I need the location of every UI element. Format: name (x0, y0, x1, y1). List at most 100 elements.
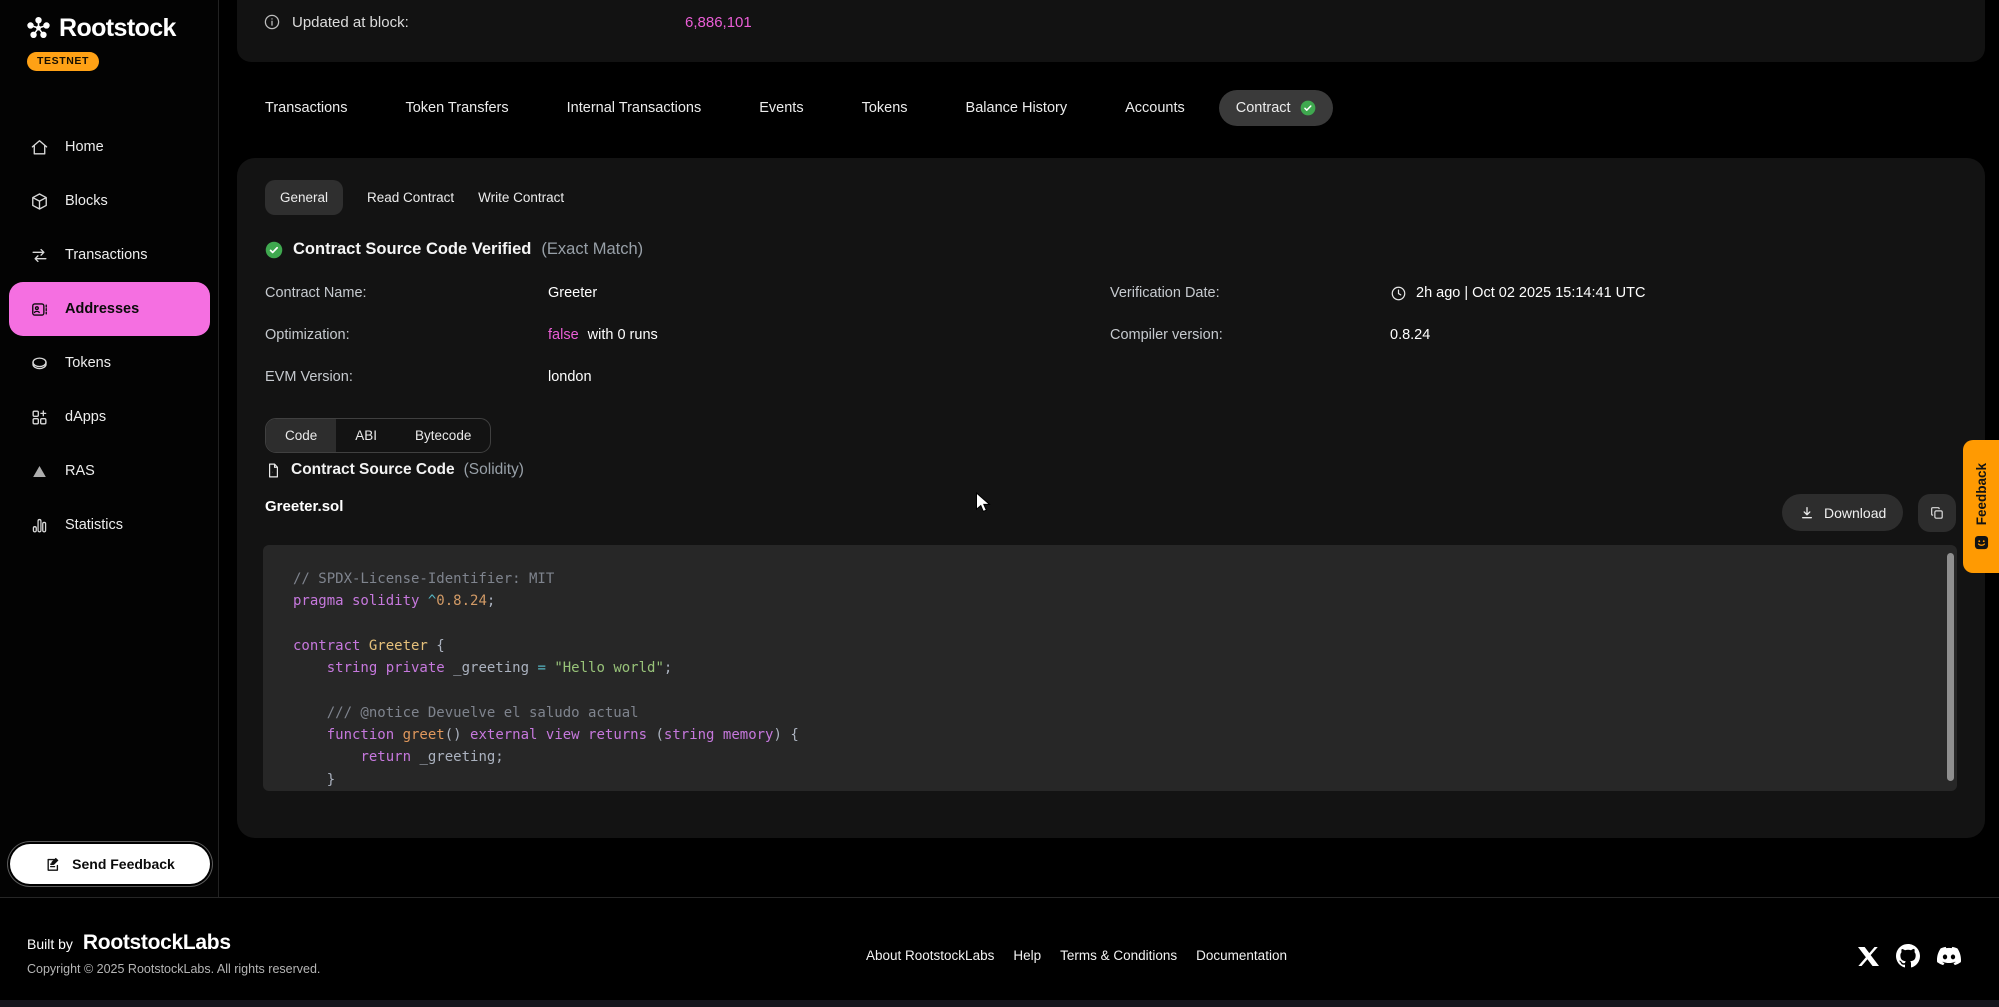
tab-internal-transactions[interactable]: Internal Transactions (567, 100, 702, 116)
code-line: return _greeting; (293, 746, 1957, 768)
code-line: } (293, 769, 1957, 791)
detail-row-compiler-version: Compiler version:0.8.24 (1110, 314, 1957, 356)
feedback-smiley-icon (1974, 535, 1989, 550)
cube-icon (30, 192, 49, 211)
source-code-title: Contract Source Code (291, 461, 455, 479)
detail-row-optimization: Optimization:false with 0 runs (265, 314, 1085, 356)
source-filename: Greeter.sol (265, 498, 343, 515)
segment-code[interactable]: Code (266, 419, 336, 452)
block-number-link[interactable]: 6,886,101 (685, 14, 752, 31)
verified-qualifier: (Exact Match) (541, 240, 643, 259)
detail-row-contract-name: Contract Name:Greeter (265, 272, 1085, 314)
source-code-heading: Contract Source Code (Solidity) (265, 461, 524, 479)
rootstock-logo[interactable]: Rootstock (25, 14, 176, 43)
tab-label: Transactions (265, 100, 347, 116)
sidebar-item-dapps[interactable]: dApps (9, 390, 210, 444)
address-tabs: Transactions Token Transfers Internal Tran… (265, 88, 1333, 128)
file-icon (265, 462, 282, 479)
contact-card-icon (30, 300, 49, 319)
footer-link-help[interactable]: Help (1013, 948, 1041, 963)
sidebar-item-transactions[interactable]: Transactions (9, 228, 210, 282)
clock-icon (1390, 285, 1407, 302)
send-feedback-label: Send Feedback (72, 856, 175, 872)
bar-chart-icon (30, 516, 49, 535)
brand-name: Rootstock (59, 14, 176, 43)
sidebar-item-home[interactable]: Home (9, 120, 210, 174)
detail-value: london (548, 369, 592, 385)
tab-label: Internal Transactions (567, 100, 702, 116)
subtab-general[interactable]: General (265, 180, 343, 215)
tab-label: Balance History (966, 100, 1068, 116)
sidebar-item-tokens[interactable]: Tokens (9, 336, 210, 390)
footer-link-terms-conditions[interactable]: Terms & Conditions (1060, 948, 1177, 963)
footer-brand-block: Built by RootstockLabs Copyright © 2025 … (27, 931, 320, 976)
detail-value: false with 0 runs (548, 327, 658, 343)
segment-abi[interactable]: ABI (336, 419, 396, 452)
tab-token-transfers[interactable]: Token Transfers (405, 100, 508, 116)
tab-tokens[interactable]: Tokens (862, 100, 908, 116)
sidebar-nav: Home Blocks Transactions Addresses TokensdAp… (9, 120, 210, 552)
detail-row-evm-version: EVM Version:london (265, 356, 1085, 398)
discord-icon[interactable] (1937, 944, 1961, 968)
tab-label: Tokens (862, 100, 908, 116)
tab-label: Contract (1236, 100, 1291, 116)
tab-contract[interactable]: Contract (1219, 90, 1333, 126)
source-code-viewer[interactable]: // SPDX-License-Identifier: MITpragma so… (263, 545, 1957, 791)
rootstock-logo-icon (25, 15, 52, 42)
footer-social-icons (1858, 944, 1961, 968)
code-line: string private _greeting = "Hello world"… (293, 657, 1957, 679)
footer-link-documentation[interactable]: Documentation (1196, 948, 1287, 963)
built-by-row: Built by RootstockLabs (27, 931, 320, 955)
sidebar-item-ras[interactable]: RAS (9, 444, 210, 498)
sidebar-item-label: Addresses (65, 301, 139, 317)
code-line: pragma solidity ^0.8.24; (293, 590, 1957, 612)
verified-title: Contract Source Code Verified (293, 240, 531, 259)
send-feedback-button[interactable]: Send Feedback (10, 844, 210, 884)
tab-balance-history[interactable]: Balance History (966, 100, 1068, 116)
subtab-write-contract[interactable]: Write Contract (478, 190, 564, 205)
detail-label: EVM Version: (265, 369, 548, 385)
sidebar-item-addresses[interactable]: Addresses (9, 282, 210, 336)
code-view-switch: CodeABIBytecode (265, 418, 491, 453)
sidebar-item-label: RAS (65, 463, 95, 479)
rootstock-explorer-page: Rootstock TESTNET Home Blocks Transactions… (0, 0, 1999, 1007)
code-line: contract Greeter { (293, 635, 1957, 657)
sidebar-item-label: Blocks (65, 193, 108, 209)
footer-link-about-rootstocklabs[interactable]: About RootstockLabs (866, 948, 994, 963)
sidebar-item-label: Transactions (65, 247, 147, 263)
feedback-side-tab[interactable]: Feedback (1963, 440, 1999, 573)
segment-bytecode[interactable]: Bytecode (396, 419, 490, 452)
download-button[interactable]: Download (1782, 494, 1903, 531)
subtab-read-contract[interactable]: Read Contract (367, 190, 454, 205)
detail-label: Contract Name: (265, 285, 548, 301)
detail-value: Greeter (548, 285, 597, 301)
testnet-badge: TESTNET (27, 52, 99, 71)
tab-transactions[interactable]: Transactions (265, 100, 347, 116)
tab-label: Accounts (1125, 100, 1185, 116)
detail-label: Verification Date: (1110, 285, 1390, 301)
grid-plus-icon (30, 408, 49, 427)
detail-value: 0.8.24 (1390, 327, 1430, 343)
sidebar-item-blocks[interactable]: Blocks (9, 174, 210, 228)
copyright-text: Copyright © 2025 RootstockLabs. All righ… (27, 962, 320, 976)
copy-source-button[interactable] (1918, 494, 1956, 532)
info-icon (263, 13, 281, 31)
footer-links: About RootstockLabs Help Terms & Condition… (866, 948, 1287, 963)
swap-arrows-icon (30, 246, 49, 265)
details-left-column: Contract Name:GreeterOptimization:false … (265, 272, 1085, 398)
updated-block-bar: Updated at block: 6,886,101 (237, 0, 1985, 62)
x-icon[interactable] (1858, 946, 1879, 967)
tab-accounts[interactable]: Accounts (1125, 100, 1185, 116)
details-right-column: Verification Date:2h ago | Oct 02 2025 1… (1110, 272, 1957, 356)
github-icon[interactable] (1896, 944, 1920, 968)
footer-company[interactable]: RootstockLabs (83, 931, 231, 955)
sidebar-item-statistics[interactable]: Statistics (9, 498, 210, 552)
contract-subtabs: General Read Contract Write Contract (265, 180, 564, 215)
tab-events[interactable]: Events (759, 100, 803, 116)
contract-card: General Read Contract Write Contract Contr… (237, 158, 1985, 838)
detail-row-verification-date: Verification Date:2h ago | Oct 02 2025 1… (1110, 272, 1957, 314)
contract-details: Contract Name:GreeterOptimization:false … (265, 272, 1957, 402)
code-scrollbar[interactable] (1947, 553, 1954, 781)
check-circle-icon (265, 241, 283, 259)
detail-value: 2h ago | Oct 02 2025 15:14:41 UTC (1390, 285, 1645, 302)
